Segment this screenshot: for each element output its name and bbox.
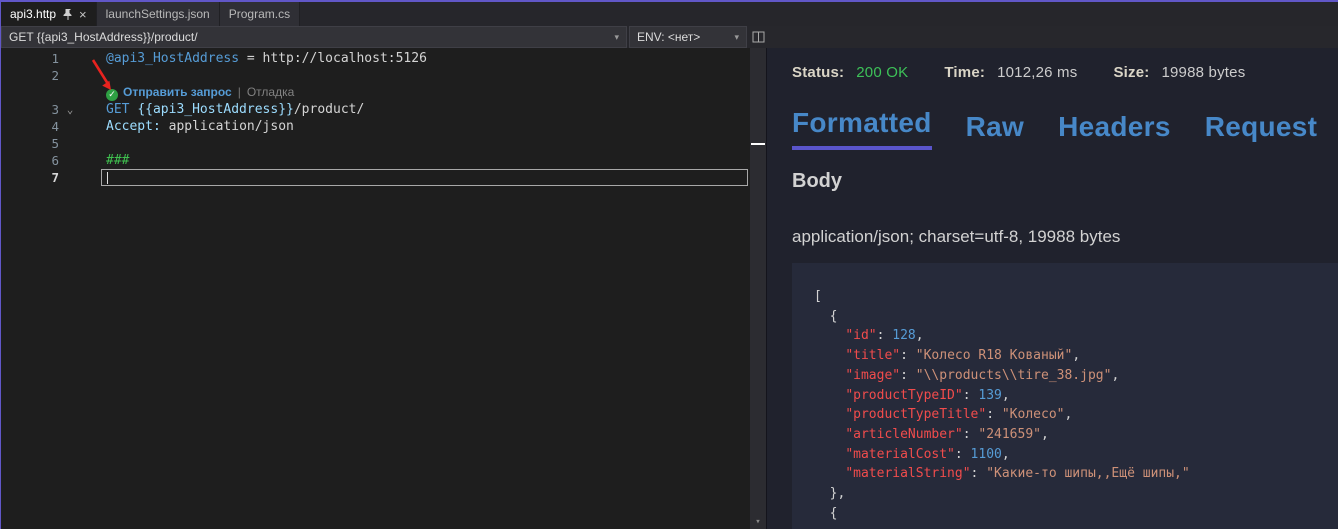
- time-value: 1012,26 ms: [997, 64, 1077, 81]
- size-value: 19988 bytes: [1161, 64, 1245, 81]
- json-viewer: [ { "id": 128, "title": "Колесо R18 Кова…: [792, 263, 1338, 529]
- tab-label: api3.http: [10, 7, 56, 21]
- check-icon: ✓: [106, 89, 118, 101]
- close-icon[interactable]: ×: [79, 8, 87, 21]
- codelens-line: ✓ Отправить запрос | Отладка: [81, 84, 748, 101]
- request-selector-value: GET {{api3_HostAddress}}/product/: [9, 30, 198, 44]
- code-line: Accept: application/json: [81, 118, 748, 135]
- json-line: "materialCost": 1100,: [814, 445, 1328, 465]
- json-line: {: [814, 504, 1328, 524]
- time-label: Time:: [944, 64, 985, 81]
- json-line: "articleNumber": "241659",: [814, 425, 1328, 445]
- line-number: 4: [1, 118, 59, 135]
- json-line: {: [814, 307, 1328, 327]
- document-tab-bar: api3.http × launchSettings.json Program.cs: [1, 2, 1338, 26]
- pin-icon[interactable]: [63, 9, 72, 20]
- code-line: GET {{api3_HostAddress}}/product/: [81, 101, 748, 118]
- json-line: "materialString": "Какие-то шипы,,Ещё ши…: [814, 464, 1328, 484]
- editor-vertical-scrollbar[interactable]: [750, 48, 766, 515]
- tab-api3.http[interactable]: api3.http ×: [1, 2, 97, 26]
- code-line: @api3_HostAddress = http://localhost:512…: [81, 50, 748, 67]
- body-heading: Body: [792, 170, 1338, 193]
- request-selector-dropdown[interactable]: GET {{api3_HostAddress}}/product/ ▾: [1, 26, 627, 48]
- fold-chevron-icon[interactable]: ⌄: [59, 101, 81, 118]
- codelens-send-request-link[interactable]: Отправить запрос: [123, 85, 232, 99]
- editor-lines: 1 @api3_HostAddress = http://localhost:51…: [1, 50, 766, 186]
- code-line: [81, 67, 748, 84]
- response-tabs: Formatted Raw Headers Request: [792, 107, 1338, 150]
- fold-margin: [59, 118, 81, 135]
- editor-row: 3⌄GET {{api3_HostAddress}}/product/: [1, 101, 766, 118]
- editor-row: 1 @api3_HostAddress = http://localhost:51…: [1, 50, 766, 67]
- codelens-row: ✓ Отправить запрос | Отладка: [1, 84, 766, 101]
- scroll-down-button[interactable]: ▾: [750, 515, 766, 529]
- fold-margin: [59, 84, 81, 101]
- fold-margin: [59, 169, 81, 186]
- chevron-down-icon: ▾: [734, 32, 739, 43]
- code-line: [101, 169, 748, 186]
- content-type-line: application/json; charset=utf-8, 19988 b…: [792, 227, 1338, 247]
- http-editor[interactable]: 1 @api3_HostAddress = http://localhost:51…: [1, 48, 766, 529]
- codelens-separator: |: [238, 85, 241, 99]
- split-editor-icon[interactable]: [747, 26, 769, 48]
- json-line: "productTypeID": 139,: [814, 386, 1328, 406]
- status-label: Status:: [792, 64, 844, 81]
- response-panel: Status: 200 OK Time: 1012,26 ms Size: 19…: [766, 48, 1338, 529]
- scrollbar-marker: [751, 143, 765, 145]
- response-status-row: Status: 200 OK Time: 1012,26 ms Size: 19…: [792, 64, 1338, 81]
- text-caret: [107, 172, 108, 184]
- main-area: 1 @api3_HostAddress = http://localhost:51…: [1, 48, 1338, 529]
- json-line: },: [814, 484, 1328, 504]
- json-line: "image": "\\products\\tire_38.jpg",: [814, 366, 1328, 386]
- environment-dropdown[interactable]: ENV: <нет> ▾: [629, 26, 747, 48]
- line-number: 6: [1, 152, 59, 169]
- json-line: [: [814, 287, 1328, 307]
- fold-margin: [59, 50, 81, 67]
- response-tab-headers[interactable]: Headers: [1058, 111, 1171, 150]
- editor-row: 2: [1, 67, 766, 84]
- line-number: 2: [1, 67, 59, 84]
- chevron-down-icon: ▾: [614, 32, 619, 43]
- tab-label: Program.cs: [229, 7, 290, 21]
- json-line: "title": "Колесо R18 Кованый",: [814, 346, 1328, 366]
- codelens-debug-link[interactable]: Отладка: [247, 85, 294, 99]
- line-number: 7: [1, 169, 59, 186]
- code-line: ###: [81, 152, 748, 169]
- line-number: 1: [1, 50, 59, 67]
- editor-row: 6 ###: [1, 152, 766, 169]
- editor-row: 7: [1, 169, 766, 186]
- editor-row: 5: [1, 135, 766, 152]
- tab-launchSettings.json[interactable]: launchSettings.json: [97, 2, 220, 26]
- code-line: [81, 135, 748, 152]
- tab-Program.cs[interactable]: Program.cs: [220, 2, 300, 26]
- response-tab-request[interactable]: Request: [1205, 111, 1318, 150]
- response-tab-raw[interactable]: Raw: [966, 111, 1024, 150]
- fold-margin: [59, 67, 81, 84]
- json-line: "id": 128,: [814, 326, 1328, 346]
- fold-margin: [59, 135, 81, 152]
- size-label: Size:: [1113, 64, 1149, 81]
- line-number: 5: [1, 135, 59, 152]
- tab-label: launchSettings.json: [106, 7, 210, 21]
- line-number: [1, 84, 59, 101]
- status-value: 200 OK: [856, 64, 908, 81]
- editor-row: 4 Accept: application/json: [1, 118, 766, 135]
- request-toolbar: GET {{api3_HostAddress}}/product/ ▾ ENV:…: [1, 26, 1338, 48]
- response-tab-formatted[interactable]: Formatted: [792, 107, 932, 150]
- json-line: "productTypeTitle": "Колесо",: [814, 405, 1328, 425]
- line-number: 3: [1, 101, 59, 118]
- fold-margin: [59, 152, 81, 169]
- vs-window: api3.http×launchSettings.jsonProgram.cs …: [0, 0, 1338, 529]
- environment-value: ENV: <нет>: [637, 30, 700, 44]
